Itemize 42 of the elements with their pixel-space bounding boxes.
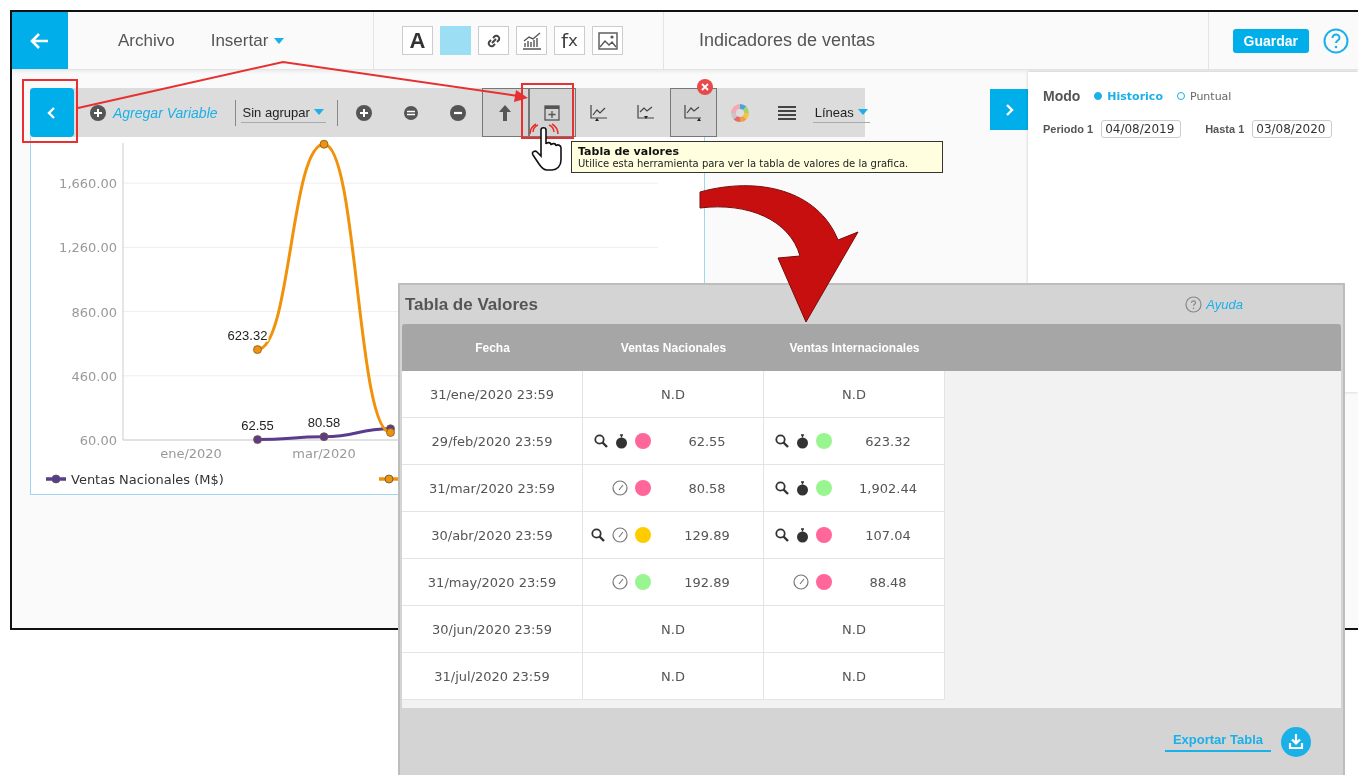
y-axis-label: 460.00 bbox=[71, 368, 117, 384]
value-cell-text: N.D bbox=[841, 621, 867, 637]
date-cell: 30/jun/2020 23:59 bbox=[431, 621, 553, 637]
y-axis-label: 860.00 bbox=[71, 304, 117, 320]
y-axis-label: 60.00 bbox=[79, 433, 117, 448]
date-cell: 29/feb/2020 23:59 bbox=[431, 433, 553, 449]
y-axis-label: 1,260.00 bbox=[59, 240, 117, 256]
date-cell: 31/jul/2020 23:59 bbox=[434, 668, 550, 684]
date-cell: 31/may/2020 23:59 bbox=[427, 574, 557, 590]
x-axis-label: ene/2020 bbox=[160, 446, 222, 461]
value-cell-text: 129.89 bbox=[683, 527, 731, 543]
value-cell-text: N.D bbox=[660, 621, 686, 637]
mode-label: Modo bbox=[1043, 88, 1081, 104]
dialog-title: Tabla de Valores bbox=[405, 294, 538, 315]
column-header: Ventas Internacionales bbox=[788, 339, 921, 357]
x-axis-label: mar/2020 bbox=[292, 446, 356, 461]
period-label: Periodo 1 bbox=[1043, 123, 1094, 135]
value-cell-text: N.D bbox=[841, 668, 867, 684]
data-label: 623.32 bbox=[227, 327, 268, 343]
document-title: Indicadores de ventas bbox=[698, 30, 877, 51]
until-label: Hasta 1 bbox=[1205, 123, 1245, 135]
value-cell-text: 107.04 bbox=[864, 527, 912, 543]
legend-label: Ventas Nacionales (M$) bbox=[71, 472, 224, 487]
value-cell-text: 62.55 bbox=[687, 433, 727, 449]
value-cell-text: 1,902.44 bbox=[858, 480, 918, 496]
data-label: 80.58 bbox=[307, 414, 341, 430]
y-axis-label: 1,660.00 bbox=[59, 176, 117, 192]
value-cell-text: 623.32 bbox=[864, 433, 912, 449]
column-header: Fecha bbox=[474, 339, 511, 357]
date-cell: 30/abr/2020 23:59 bbox=[431, 527, 553, 543]
tooltip-title: Tabla de valores bbox=[578, 145, 680, 158]
value-cell-text: N.D bbox=[660, 386, 686, 402]
column-header: Ventas Nacionales bbox=[619, 339, 728, 357]
value-cell-text: 88.48 bbox=[868, 574, 908, 590]
date-cell: 31/mar/2020 23:59 bbox=[429, 480, 555, 496]
value-cell-text: N.D bbox=[841, 386, 867, 402]
value-cell-text: 192.89 bbox=[683, 574, 731, 590]
value-cell-text: N.D bbox=[660, 668, 686, 684]
value-cell-text: 80.58 bbox=[687, 480, 727, 496]
date-cell: 31/ene/2020 23:59 bbox=[429, 386, 555, 402]
tooltip-text: Utilice esta herramienta para ver la tabla de valores de la grafica. bbox=[578, 158, 910, 169]
data-label: 62.55 bbox=[241, 417, 274, 433]
